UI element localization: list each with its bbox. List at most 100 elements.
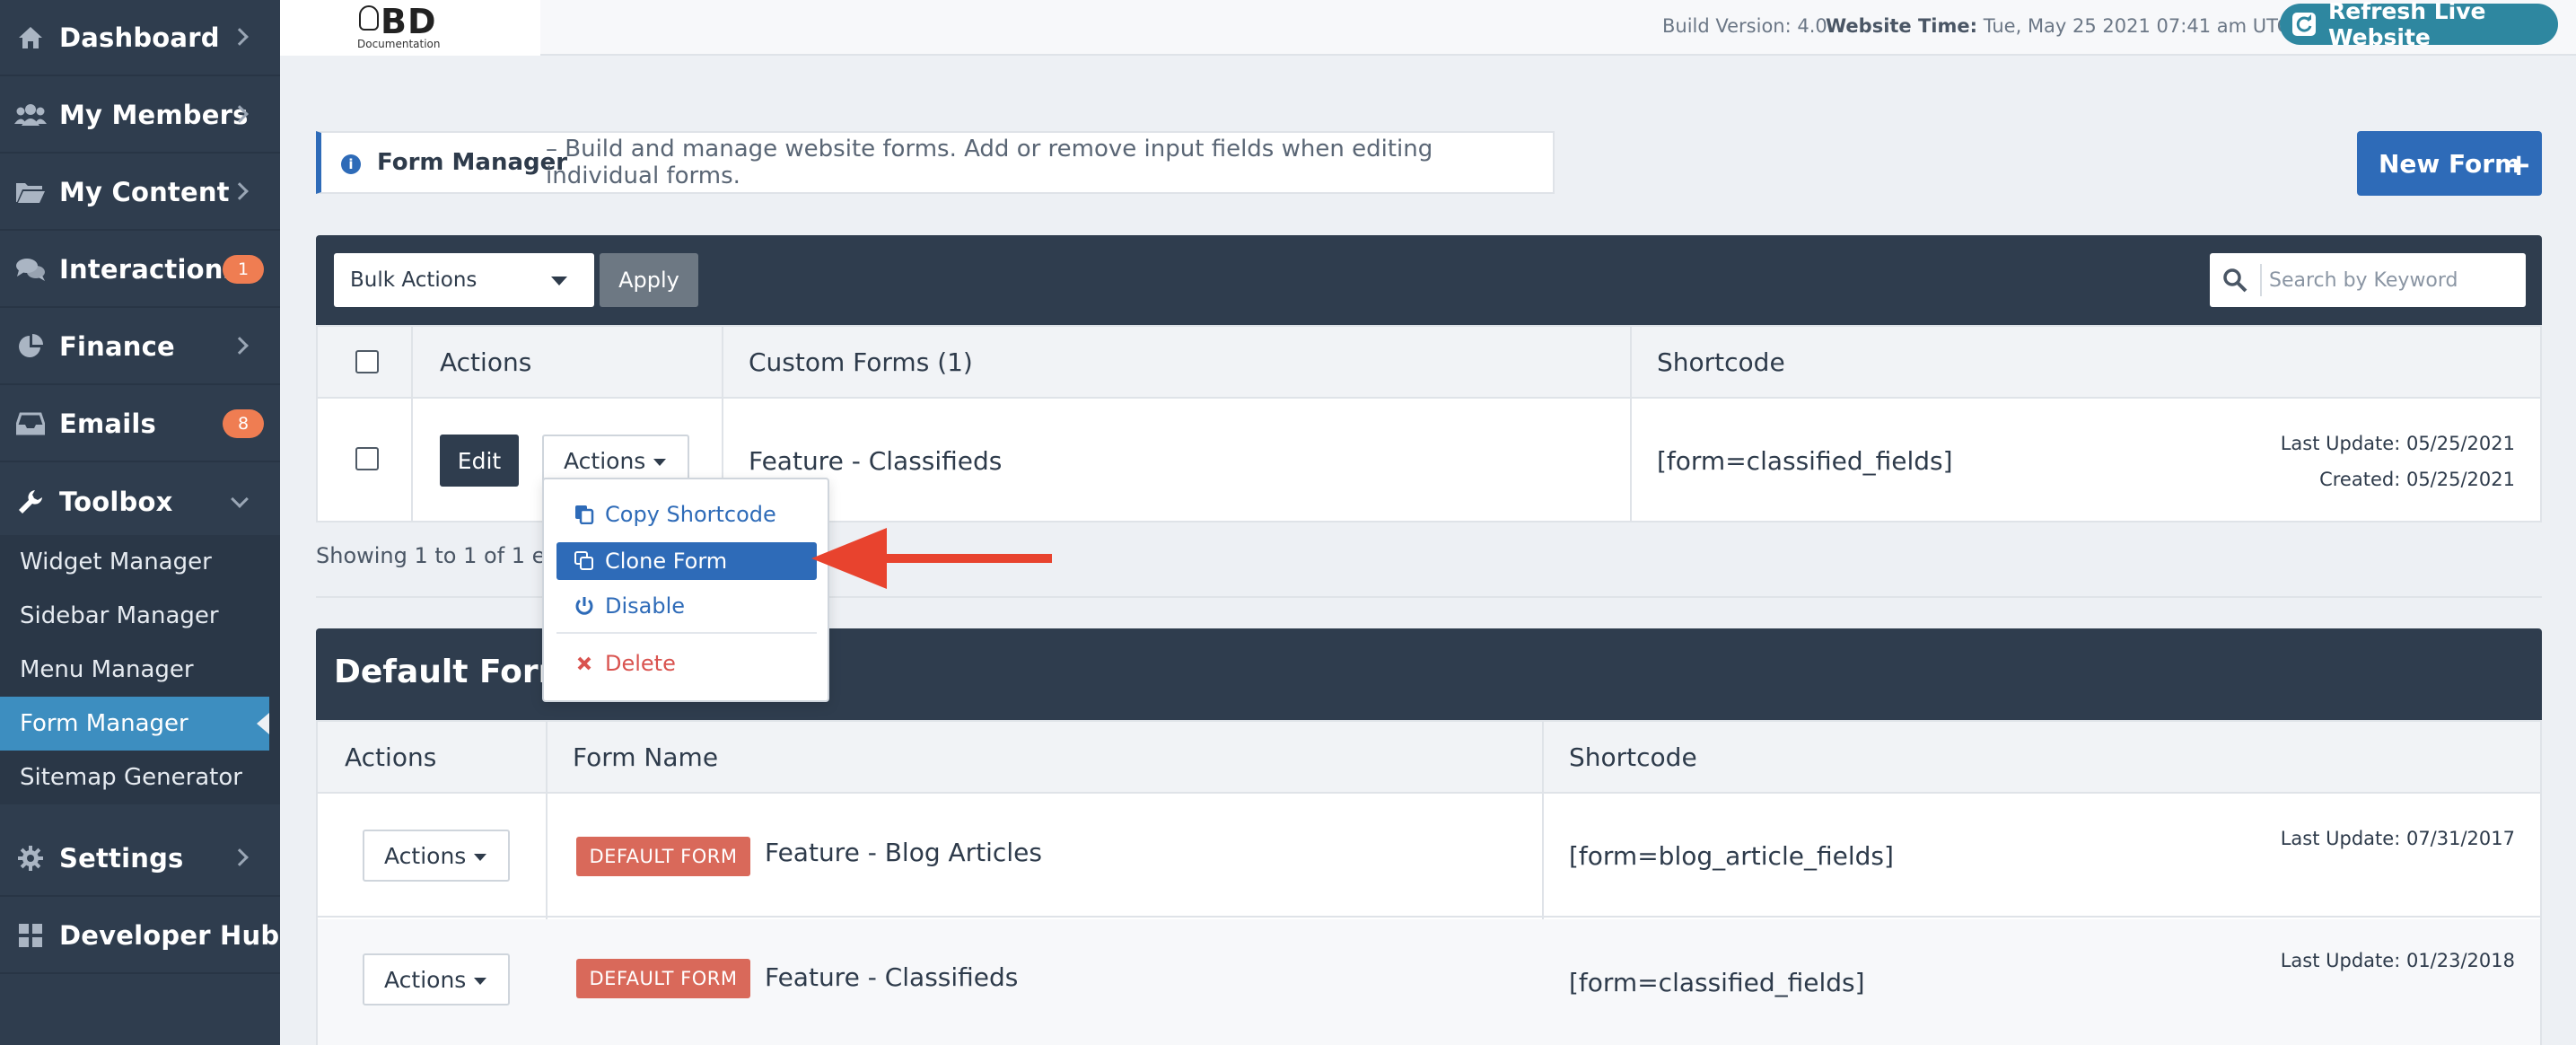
form-shortcode: [form=classified_fields]	[1657, 445, 1953, 476]
last-update: Last Update: 01/23/2018	[2280, 950, 2515, 971]
sidebar-item-label: Emails	[59, 408, 156, 439]
sidebar-item-my-members[interactable]: My Members	[0, 77, 280, 154]
banner-title: Form Manager	[377, 149, 568, 176]
last-update: Last Update: 07/31/2017	[2280, 828, 2515, 849]
chevron-right-icon	[231, 337, 249, 355]
refresh-label: Refresh Live Website	[2328, 0, 2486, 50]
banner-text: – Build and manage website forms. Add or…	[546, 136, 1433, 189]
header-shortcode: Shortcode	[1569, 742, 1697, 772]
default-form-badge: DEFAULT FORM	[576, 959, 750, 998]
refresh-live-website-button[interactable]: Refresh Live Website	[2280, 0, 2558, 50]
sidebar-item-label: My Content	[59, 176, 230, 207]
sidebar-subitem-label: Sidebar Manager	[20, 602, 219, 629]
sidebar-item-my-content[interactable]: My Content	[0, 154, 280, 231]
default-form-badge: DEFAULT FORM	[576, 837, 750, 876]
menu-divider	[556, 632, 817, 634]
grid-icon	[14, 919, 47, 952]
apply-button[interactable]: Apply	[600, 253, 698, 307]
sidebar-subitem-sidebar-manager[interactable]: Sidebar Manager	[0, 589, 280, 643]
sidebar-subitem-label: Form Manager	[20, 710, 188, 737]
sidebar-item-label: My Members	[59, 99, 249, 130]
menu-item-label: Copy Shortcode	[605, 502, 776, 527]
sidebar-item-interactions[interactable]: Interactions 1	[0, 232, 280, 308]
search-input[interactable]	[2269, 260, 2511, 300]
form-name: Feature - Blog Articles	[765, 837, 1042, 867]
sidebar-item-settings[interactable]: Settings	[0, 821, 280, 897]
power-icon	[574, 596, 594, 616]
delete-icon	[574, 654, 594, 673]
pie-chart-icon	[14, 330, 47, 363]
search-icon	[2222, 268, 2247, 293]
sidebar-item-label: Settings	[59, 842, 184, 874]
website-time-label: Website Time:	[1826, 15, 1978, 37]
header-form-name: Form Name	[573, 742, 719, 772]
sidebar-subitem-form-manager[interactable]: Form Manager	[0, 697, 269, 751]
last-update: Last Update: 05/25/2021	[2280, 433, 2515, 454]
actions-dropdown-button[interactable]: Actions	[363, 953, 510, 1005]
copy-icon	[574, 505, 594, 525]
select-all-checkbox[interactable]	[355, 350, 379, 373]
header-custom-forms: Custom Forms (1)	[749, 347, 973, 377]
actions-label: Actions	[564, 447, 646, 474]
table-header-row: Actions Form Name Shortcode	[318, 722, 2540, 794]
logo[interactable]: BD Documentation	[280, 0, 540, 56]
website-time: Website Time: Tue, May 25 2021 07:41 am …	[1826, 15, 2351, 37]
search-divider	[2260, 264, 2262, 296]
sidebar-item-dashboard[interactable]: Dashboard	[0, 0, 280, 76]
header-actions: Actions	[440, 347, 532, 377]
caret-down-icon	[474, 854, 486, 861]
sidebar-item-label: Interactions	[59, 253, 240, 285]
table-header-row: Actions Custom Forms (1) Shortcode	[318, 327, 2540, 399]
logo-subtitle: Documentation	[357, 38, 441, 50]
sidebar-item-label: Developer Hub	[59, 919, 280, 951]
row-checkbox[interactable]	[355, 447, 379, 470]
logo-text: BD	[381, 2, 437, 41]
info-icon: i	[341, 154, 361, 174]
form-name: Feature - Classifieds	[765, 962, 1019, 992]
actions-label: Actions	[384, 966, 467, 993]
created-date: Created: 05/25/2021	[2319, 469, 2515, 490]
toolbox-submenu: Widget Manager Sidebar Manager Menu Mana…	[0, 535, 280, 804]
notification-badge: 8	[223, 409, 264, 438]
info-banner: i Form Manager – Build and manage websit…	[316, 131, 1555, 194]
sidebar: Dashboard My Members My Content Interact…	[0, 0, 280, 1045]
actions-dropdown-button[interactable]: Actions	[363, 830, 510, 882]
header-actions: Actions	[345, 742, 437, 772]
sidebar-subitem-sitemap-generator[interactable]: Sitemap Generator	[0, 751, 280, 804]
folder-icon	[14, 176, 47, 208]
table-row: Actions DEFAULT FORM Feature - Classifie…	[318, 919, 2540, 1045]
new-form-button[interactable]: New Form +	[2357, 131, 2542, 196]
sidebar-item-label: Toolbox	[59, 486, 173, 517]
row-actions-menu: Copy Shortcode Clone Form Disable Delete	[542, 478, 829, 702]
menu-item-clone-form[interactable]: Clone Form	[556, 542, 817, 580]
chevron-right-icon	[231, 28, 249, 46]
caret-down-icon	[474, 978, 486, 985]
sidebar-item-toolbox[interactable]: Toolbox	[0, 463, 280, 540]
notification-badge: 1	[223, 255, 264, 284]
clone-icon	[574, 551, 594, 571]
caret-down-icon	[653, 459, 666, 466]
sidebar-item-finance[interactable]: Finance	[0, 309, 280, 385]
dashboard-icon	[14, 22, 47, 54]
sidebar-item-label: Dashboard	[59, 22, 220, 53]
sidebar-item-developer-hub[interactable]: Developer Hub	[0, 898, 280, 974]
sidebar-item-emails[interactable]: Emails 8	[0, 386, 280, 462]
chevron-down-icon	[231, 490, 249, 508]
menu-item-copy-shortcode[interactable]: Copy Shortcode	[556, 496, 817, 533]
sidebar-subitem-widget-manager[interactable]: Widget Manager	[0, 535, 280, 589]
menu-item-disable[interactable]: Disable	[556, 587, 817, 625]
sidebar-subitem-menu-manager[interactable]: Menu Manager	[0, 643, 280, 697]
bulk-actions-value: Bulk Actions	[350, 268, 478, 292]
form-shortcode: [form=classified_fields]	[1569, 967, 1865, 997]
sidebar-item-label: Finance	[59, 330, 175, 362]
actions-label: Actions	[384, 842, 467, 869]
annotation-arrow-line	[880, 554, 1052, 563]
edit-button[interactable]: Edit	[440, 435, 519, 487]
refresh-icon	[2292, 13, 2316, 36]
bulk-actions-select[interactable]: Bulk Actions	[334, 253, 594, 307]
plus-icon: +	[2506, 147, 2532, 183]
gear-icon	[14, 842, 47, 874]
sidebar-subitem-label: Sitemap Generator	[20, 764, 242, 791]
menu-item-delete[interactable]: Delete	[556, 645, 817, 682]
header-shortcode: Shortcode	[1657, 347, 1785, 377]
